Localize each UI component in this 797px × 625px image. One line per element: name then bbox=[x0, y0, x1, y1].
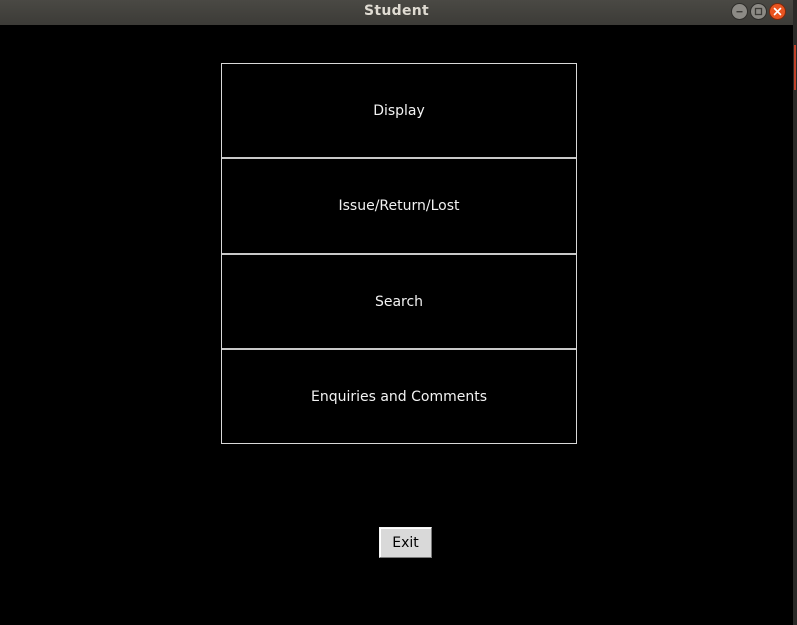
minimize-icon-glyph bbox=[736, 11, 743, 13]
menu-divider bbox=[222, 348, 576, 350]
menu-divider bbox=[222, 157, 576, 159]
menu-divider bbox=[222, 253, 576, 255]
search-button[interactable]: Search bbox=[221, 254, 577, 349]
display-button[interactable]: Display bbox=[221, 63, 577, 158]
exit-button[interactable]: Exit bbox=[379, 527, 432, 558]
minimize-icon[interactable] bbox=[731, 3, 748, 20]
student-window: Student Display Issue/Return/Lost Search… bbox=[0, 0, 797, 625]
close-icon-glyph bbox=[773, 7, 782, 16]
enquiries-and-comments-button[interactable]: Enquiries and Comments bbox=[221, 349, 577, 444]
issue-return-lost-button[interactable]: Issue/Return/Lost bbox=[221, 158, 577, 254]
window-titlebar[interactable]: Student bbox=[0, 0, 793, 25]
window-controls bbox=[731, 3, 786, 20]
edge-accent bbox=[794, 45, 796, 90]
window-title: Student bbox=[363, 3, 430, 19]
maximize-icon[interactable] bbox=[750, 3, 767, 20]
window-right-edge bbox=[793, 0, 797, 625]
close-icon[interactable] bbox=[769, 3, 786, 20]
maximize-icon-glyph bbox=[754, 7, 763, 16]
